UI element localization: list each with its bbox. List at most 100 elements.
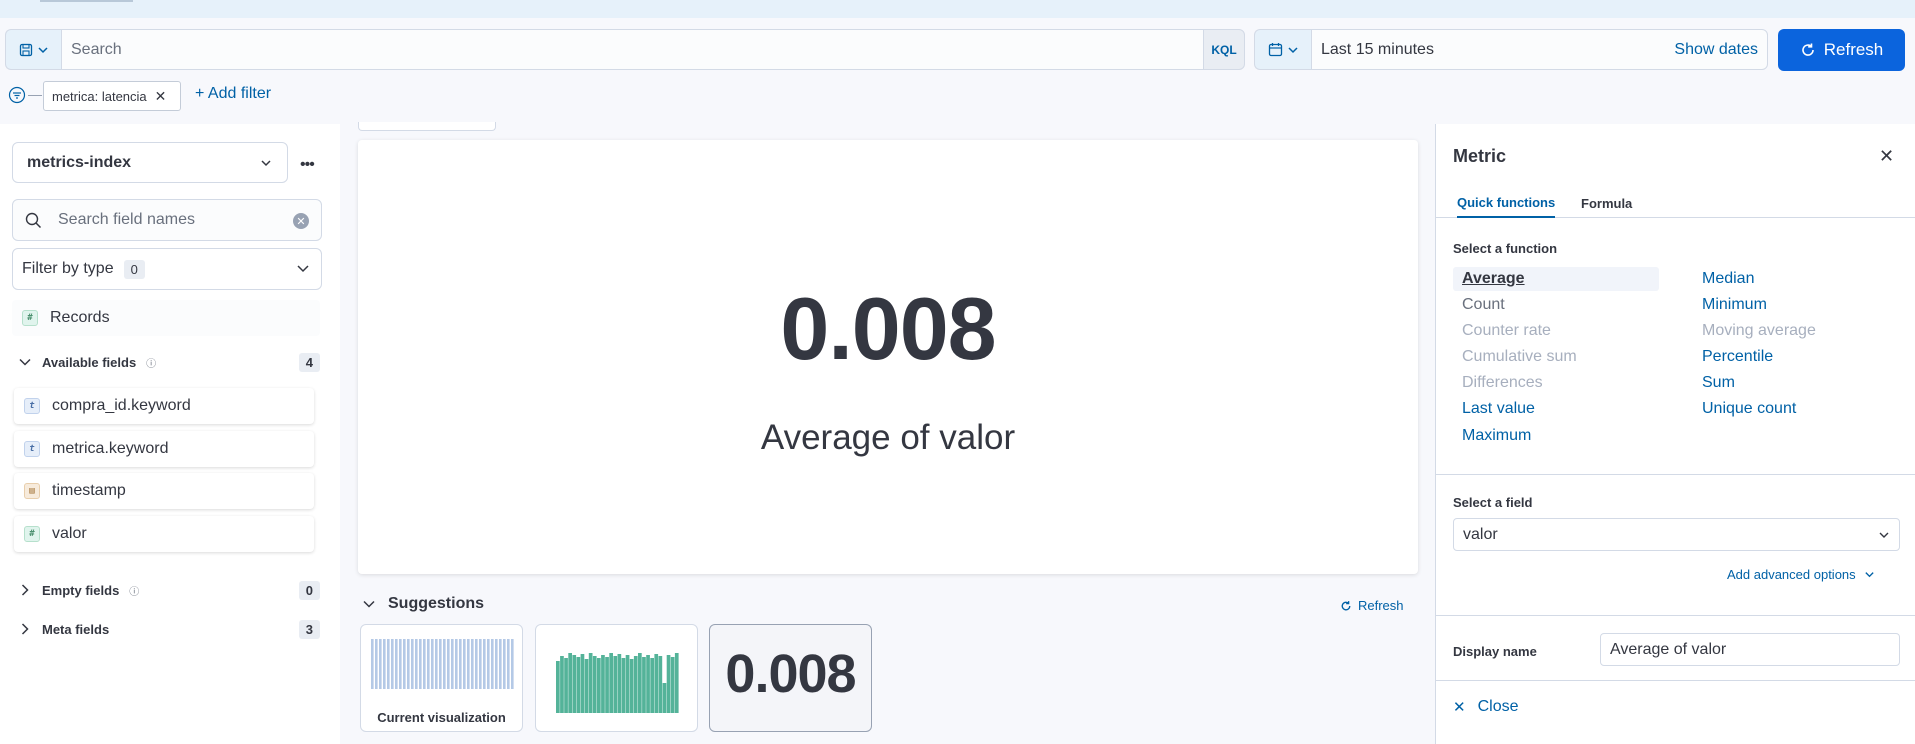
tab-quick-functions[interactable]: Quick functions — [1457, 188, 1556, 218]
show-dates-link[interactable]: Show dates — [1674, 41, 1758, 59]
field-select-value: valor — [1463, 525, 1498, 543]
filter-count-badge: 0 — [123, 259, 145, 279]
display-name-input[interactable]: Average of valor — [1600, 633, 1900, 666]
field-item[interactable]: t metrica.keyword — [14, 431, 314, 467]
date-range-field[interactable]: Last 15 minutes Show dates — [1311, 29, 1768, 70]
flyout-tabs: Quick functions Formula — [1436, 188, 1915, 218]
thumbnail-bar — [576, 657, 581, 713]
close-label: Close — [1477, 698, 1519, 715]
field-item-label: valor — [52, 525, 87, 542]
select-function-label: Select a function — [1453, 241, 1558, 256]
suggestion-current-visualization[interactable]: Current visualization — [360, 624, 523, 732]
info-icon[interactable]: ⓘ — [129, 583, 139, 598]
index-pattern-select[interactable]: metrics-index — [12, 142, 288, 183]
records-field[interactable]: # Records — [12, 300, 320, 336]
chevron-down-icon — [363, 600, 375, 608]
chevron-down-icon — [1287, 46, 1298, 53]
advanced-options-label: Add advanced options — [1727, 567, 1856, 582]
function-median[interactable]: Median — [1693, 267, 1754, 291]
field-select[interactable]: valor — [1453, 518, 1900, 551]
thumbnail-bar — [654, 654, 659, 713]
saved-query-button[interactable] — [5, 29, 61, 70]
thumbnail-bar — [642, 657, 646, 713]
date-type-icon: ▤ — [24, 483, 40, 499]
function-percentile[interactable]: Percentile — [1693, 345, 1773, 369]
empty-fields-label: Empty fields — [42, 582, 120, 598]
more-options-icon[interactable]: ••• — [300, 156, 315, 174]
metric-value: 0.008 — [780, 279, 996, 378]
thumbnail-bar — [387, 639, 390, 689]
empty-fields-header[interactable]: Empty fields ⓘ 0 — [18, 578, 320, 602]
save-icon — [19, 43, 32, 56]
thumbnail-bar — [403, 639, 406, 689]
chevron-down-icon — [19, 358, 31, 366]
info-icon[interactable]: ⓘ — [146, 355, 156, 370]
search-input[interactable]: Search — [61, 29, 1203, 70]
number-type-icon: # — [24, 526, 40, 542]
close-icon[interactable]: ✕ — [155, 88, 167, 105]
bar-chart-thumbnail — [556, 653, 679, 713]
function-last-value[interactable]: Last value — [1453, 397, 1535, 421]
thumbnail-bar — [605, 657, 609, 713]
filter-by-type-label: Filter by type — [22, 260, 114, 277]
query-language-button[interactable]: KQL — [1203, 29, 1245, 70]
function-sum[interactable]: Sum — [1693, 371, 1735, 395]
field-search-input[interactable]: Search field names ✕ — [12, 199, 322, 241]
thumbnail-bar — [503, 639, 506, 689]
filter-by-type-button[interactable]: Filter by type 0 — [12, 248, 322, 290]
suggestion-bar-chart[interactable] — [535, 624, 698, 732]
field-item[interactable]: ▤ timestamp — [14, 473, 314, 509]
function-minimum[interactable]: Minimum — [1693, 293, 1767, 317]
string-type-icon: t — [24, 441, 40, 457]
thumbnail-bar — [431, 639, 434, 689]
refresh-icon — [1341, 600, 1351, 610]
flyout-title: Metric — [1453, 146, 1507, 166]
add-filter-button[interactable]: + Add filter — [195, 85, 271, 103]
suggestions-refresh-button[interactable]: Refresh — [1340, 598, 1404, 613]
filter-pill-label: metrica: latencia — [52, 88, 147, 104]
close-flyout-button[interactable]: ✕ Close — [1453, 698, 1518, 716]
thumbnail-bar — [638, 653, 642, 713]
thumbnail-bar — [391, 639, 394, 689]
suggestion-metric[interactable]: 0.008 — [709, 624, 872, 732]
thumbnail-bar — [395, 639, 398, 689]
tab-formula[interactable]: Formula — [1581, 188, 1632, 218]
thumbnail-bar — [475, 639, 478, 689]
refresh-icon — [1801, 43, 1814, 56]
function-maximum[interactable]: Maximum — [1453, 424, 1531, 448]
field-item[interactable]: t compra_id.keyword — [14, 388, 314, 424]
available-fields-header[interactable]: Available fields ⓘ 4 — [18, 350, 320, 374]
field-item[interactable]: # valor — [14, 516, 314, 552]
thumbnail-bar — [621, 658, 626, 713]
workspace-toolbar-edge — [358, 122, 496, 131]
thumbnail-bar — [674, 653, 679, 713]
suggestions-header[interactable]: Suggestions — [362, 595, 484, 613]
field-list-sidebar: metrics-index ••• Search field names ✕ F… — [0, 124, 340, 744]
thumbnail-bar — [407, 639, 410, 689]
thumbnail-bar — [646, 655, 650, 713]
meta-fields-header[interactable]: Meta fields 3 — [18, 617, 320, 641]
clear-icon[interactable]: ✕ — [293, 213, 309, 229]
filter-pill[interactable]: metrica: latencia ✕ — [43, 81, 181, 111]
field-item-label: timestamp — [52, 482, 126, 499]
filter-menu-icon[interactable] — [8, 86, 26, 104]
thumbnail-bar — [650, 658, 654, 713]
function-count[interactable]: Count — [1453, 293, 1505, 317]
chevron-down-icon — [261, 159, 271, 166]
thumbnail-bar — [487, 639, 490, 689]
function-counter-rate: Counter rate — [1462, 322, 1551, 339]
close-icon[interactable]: ✕ — [1879, 146, 1894, 167]
bar-chart-thumbnail — [371, 639, 514, 689]
function-unique-count[interactable]: Unique count — [1693, 397, 1796, 421]
thumbnail-bar — [613, 656, 618, 713]
function-average[interactable]: Average — [1453, 267, 1659, 291]
thumbnail-bar — [419, 639, 422, 689]
thumbnail-bar — [597, 658, 601, 713]
advanced-options-button[interactable]: Add advanced options — [1727, 567, 1875, 582]
quick-date-menu-button[interactable] — [1254, 29, 1311, 70]
filter-connector — [28, 95, 42, 96]
refresh-button[interactable]: Refresh — [1778, 29, 1905, 71]
chevron-down-icon — [297, 265, 309, 273]
function-differences: Differences — [1462, 374, 1543, 391]
index-pattern-label: metrics-index — [27, 153, 132, 171]
